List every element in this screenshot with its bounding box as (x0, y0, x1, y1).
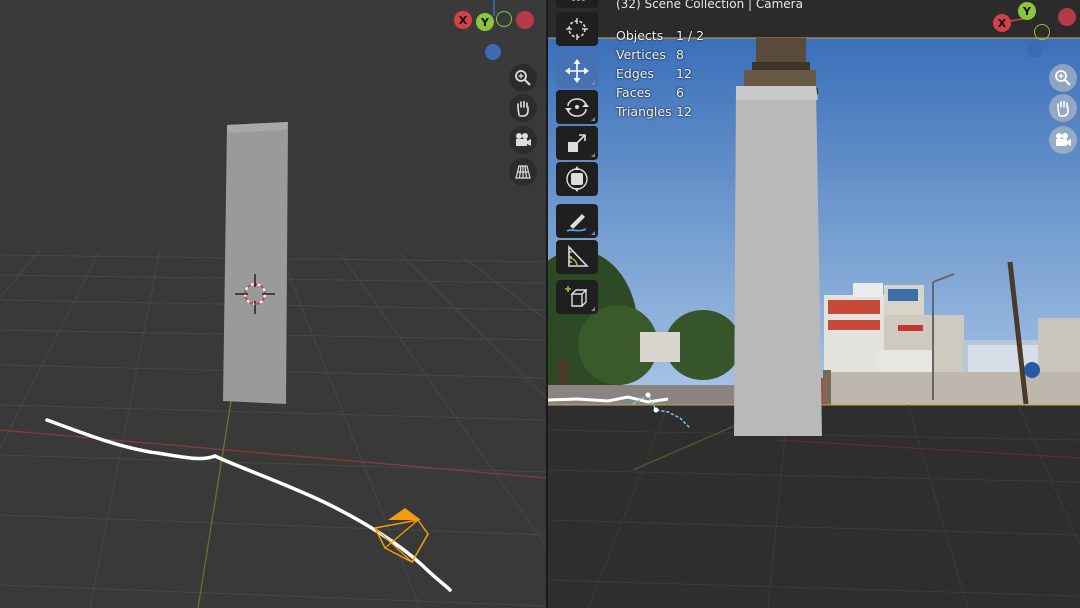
neg-y-axis-ball[interactable] (496, 11, 512, 27)
camera-view-icon[interactable] (509, 126, 537, 154)
measure-tool[interactable] (556, 240, 598, 274)
neg-x-axis-ball[interactable] (516, 11, 534, 29)
x-axis-line (0, 429, 546, 479)
camera-track-path (45, 418, 452, 592)
move-tool[interactable] (556, 54, 598, 88)
select-box-tool[interactable] (556, 0, 598, 8)
perspective-grid-icon[interactable] (509, 158, 537, 186)
statistics-overlay: Objects 1 / 2 Vertices 8 Edges 12 Faces 6 Tr… (616, 26, 704, 121)
y-axis-line (197, 394, 233, 608)
add-cube-tool[interactable] (556, 280, 598, 314)
stat-vertices: Vertices 8 (616, 47, 684, 62)
stat-faces: Faces 6 (616, 85, 684, 100)
hand-pan-icon[interactable] (509, 94, 537, 122)
hand-pan-icon-right[interactable] (1049, 94, 1077, 122)
camera-object[interactable] (373, 508, 429, 563)
y-axis-ball-right[interactable]: Y (1018, 2, 1036, 20)
neg-x-axis-ball-right[interactable] (1058, 8, 1076, 26)
scene-collection-header: (32) Scene Collection | Camera (616, 0, 803, 11)
navigation-gizmo[interactable]: X Y (450, 0, 540, 70)
x-axis-ball[interactable]: X (454, 11, 472, 29)
rotate-tool[interactable] (556, 90, 598, 124)
neg-z-axis-ball-right[interactable] (1027, 42, 1043, 58)
stat-objects: Objects 1 / 2 (616, 28, 705, 43)
annotate-tool[interactable] (556, 204, 598, 238)
cursor-tool[interactable] (556, 12, 598, 46)
left-3d-viewport[interactable]: X Y (0, 0, 546, 608)
y-axis-ball[interactable]: Y (476, 13, 494, 31)
neg-y-axis-ball-right[interactable] (1034, 24, 1050, 40)
x-axis-ball-right[interactable]: X (993, 14, 1011, 32)
camera-view-icon-right[interactable] (1049, 126, 1077, 154)
zoom-icon[interactable] (509, 64, 537, 92)
right-camera-viewport[interactable]: (32) Scene Collection | Camera Objects 1 … (548, 0, 1080, 608)
transform-tool[interactable] (556, 162, 598, 196)
stat-triangles: Triangles 12 (616, 104, 692, 119)
zoom-icon-right[interactable] (1049, 64, 1077, 92)
neg-z-axis-ball[interactable] (485, 44, 501, 60)
navigation-gizmo-right[interactable]: X Y (993, 0, 1080, 64)
scale-tool[interactable] (556, 126, 598, 160)
pillar-mesh[interactable] (223, 122, 288, 404)
pillar-mesh-camera[interactable] (734, 86, 822, 436)
stat-edges: Edges 12 (616, 66, 692, 81)
left-viewport-scene (0, 0, 546, 608)
